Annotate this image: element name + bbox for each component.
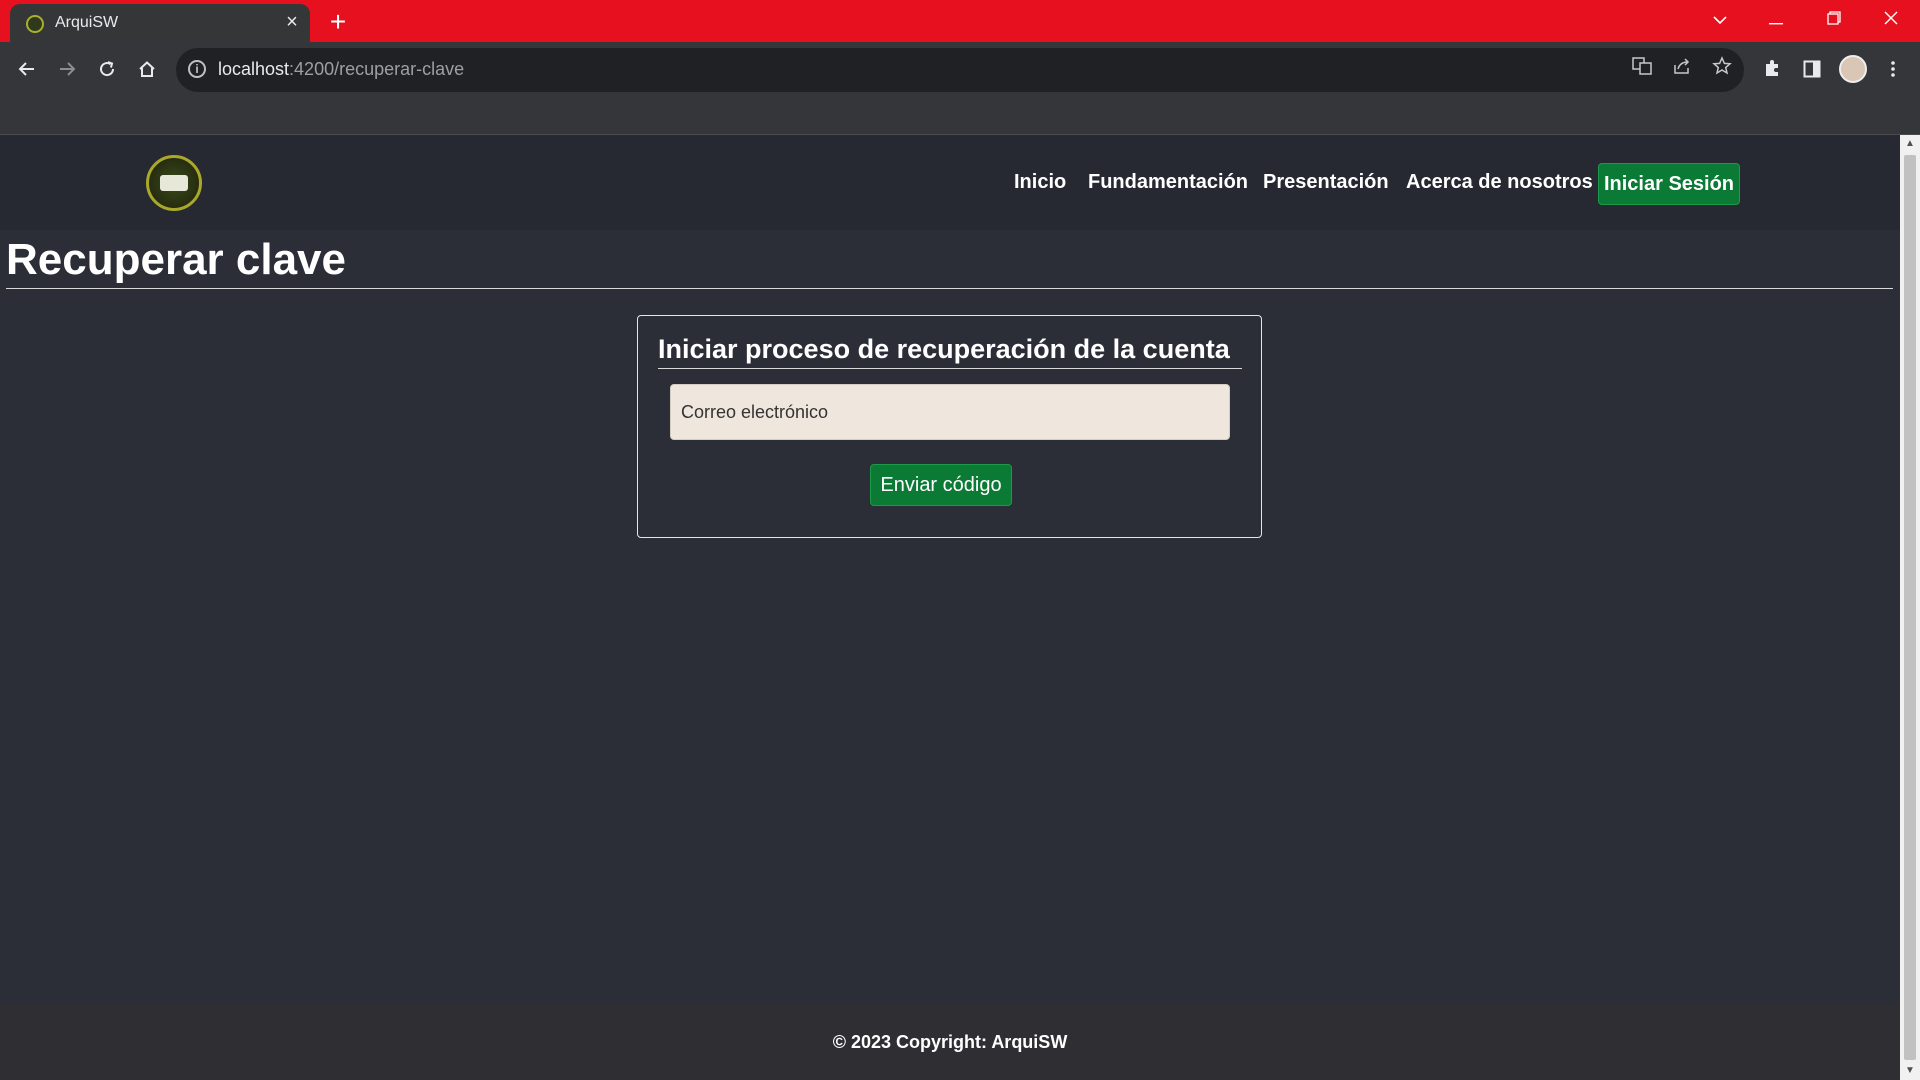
profile-avatar[interactable] (1839, 55, 1867, 83)
address-bar[interactable]: i localhost:4200/recuperar-clave (176, 48, 1744, 92)
browser-tab[interactable]: ArquiSW × (10, 4, 310, 42)
forward-icon[interactable] (50, 54, 84, 88)
nav-link-presentacion[interactable]: Presentación (1263, 171, 1389, 194)
side-panel-icon[interactable] (1795, 54, 1829, 88)
favicon-icon (26, 15, 44, 33)
restore-window-icon[interactable] (1806, 0, 1862, 40)
close-tab-icon[interactable]: × (280, 10, 304, 34)
site-logo[interactable] (146, 155, 202, 211)
scroll-down-arrow-icon[interactable]: ▼ (1900, 1062, 1920, 1080)
nav-link-acerca[interactable]: Acerca de nosotros (1406, 171, 1593, 194)
url-text[interactable]: localhost:4200/recuperar-clave (218, 59, 464, 80)
page-title: Recuperar clave (6, 235, 346, 284)
reload-icon[interactable] (90, 54, 124, 88)
share-icon[interactable] (1668, 56, 1696, 84)
card-title: Iniciar proceso de recuperación de la cu… (658, 334, 1230, 364)
browser-tab-strip: ArquiSW × + (0, 0, 1920, 42)
kebab-menu-icon[interactable] (1876, 54, 1910, 88)
bookmark-star-icon[interactable] (1708, 56, 1736, 84)
close-window-icon[interactable] (1863, 0, 1919, 40)
email-field[interactable] (670, 384, 1230, 440)
tab-title: ArquiSW (55, 14, 119, 31)
home-icon[interactable] (130, 54, 164, 88)
logo-emblem-icon (160, 175, 188, 191)
tab-search-icon[interactable] (1692, 0, 1748, 40)
scroll-up-arrow-icon[interactable]: ▲ (1900, 135, 1920, 153)
url-path: :4200/recuperar-clave (289, 59, 465, 79)
title-divider (6, 288, 1893, 289)
page-scrollbar[interactable]: ▲ ▼ (1900, 135, 1920, 1080)
copyright-text: © 2023 Copyright: ArquiSW (832, 1032, 1068, 1052)
recovery-card: Iniciar proceso de recuperación de la cu… (637, 315, 1262, 538)
nav-link-inicio[interactable]: Inicio (1014, 171, 1066, 194)
back-icon[interactable] (10, 54, 44, 88)
browser-toolbar: i localhost:4200/recuperar-clave (0, 42, 1920, 138)
send-code-button[interactable]: Enviar código (870, 464, 1012, 506)
page-viewport: Inicio Fundamentación Presentación Acerc… (0, 135, 1900, 1080)
new-tab-button[interactable]: + (322, 6, 354, 38)
login-button[interactable]: Iniciar Sesión (1598, 163, 1740, 205)
nav-link-fundamentacion[interactable]: Fundamentación (1088, 171, 1248, 194)
extensions-puzzle-icon[interactable] (1755, 54, 1789, 88)
site-navbar: Inicio Fundamentación Presentación Acerc… (0, 135, 1900, 230)
info-icon[interactable]: i (188, 60, 206, 78)
translate-icon[interactable] (1628, 56, 1656, 84)
scrollbar-thumb[interactable] (1904, 155, 1916, 1060)
url-host: localhost (218, 59, 290, 79)
minimize-window-icon[interactable] (1748, 0, 1804, 40)
site-footer: © 2023 Copyright: ArquiSW (0, 1004, 1900, 1080)
card-title-divider (658, 368, 1242, 369)
